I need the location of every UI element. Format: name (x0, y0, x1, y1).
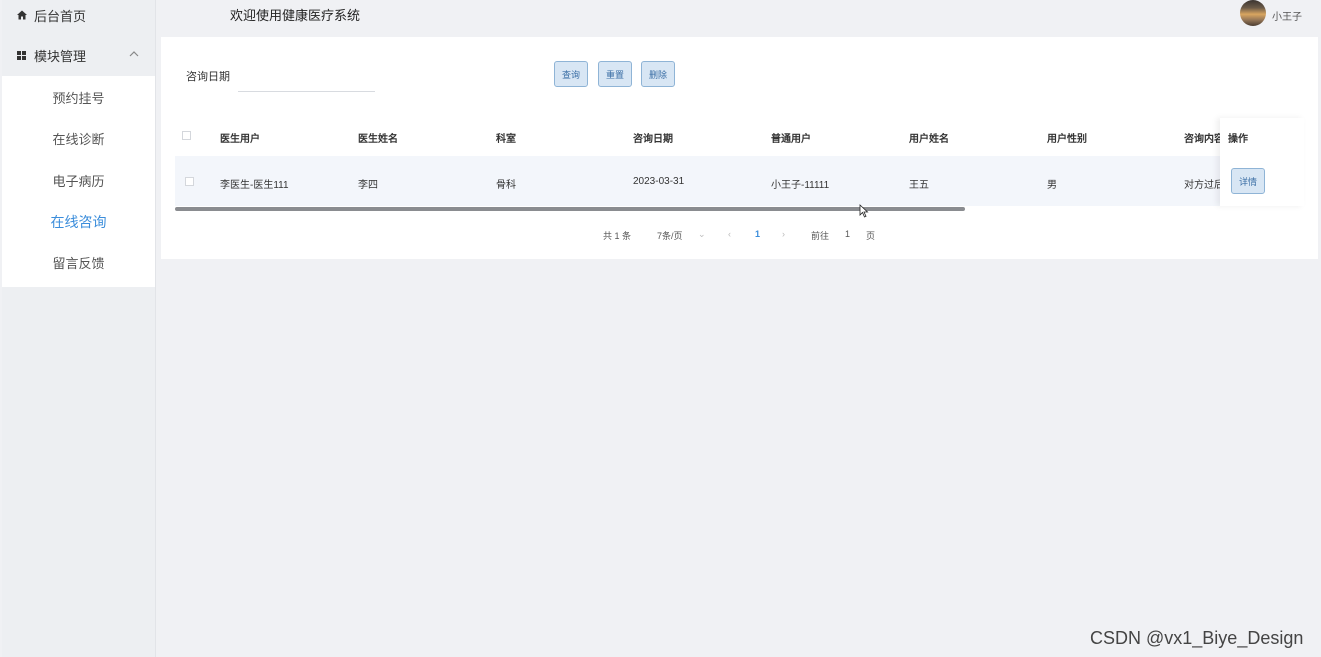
pagination-goto-input[interactable]: 1 (845, 229, 850, 239)
column-header-action: 操作 (1228, 134, 1248, 145)
query-button[interactable]: 查询 (554, 61, 588, 87)
sidebar-submenu: 预约挂号 在线诊断 电子病历 在线咨询 留言反馈 (2, 76, 155, 287)
sidebar-item-label: 在线诊断 (52, 131, 105, 147)
column-header: 普通用户 (771, 134, 811, 145)
chevron-down-icon[interactable]: ⌄ (698, 229, 706, 240)
next-page-icon[interactable]: › (782, 229, 785, 239)
pagination-size-select[interactable]: 7条/页 (657, 229, 683, 242)
prev-page-icon[interactable]: ‹ (728, 229, 731, 239)
avatar[interactable] (1240, 0, 1266, 26)
sidebar-item-medical-record[interactable]: 电子病历 (2, 160, 155, 200)
sidebar-item-appointment[interactable]: 预约挂号 (2, 77, 155, 117)
row-checkbox[interactable] (185, 177, 194, 186)
sidebar-item-diagnosis[interactable]: 在线诊断 (2, 118, 155, 158)
home-icon (17, 10, 27, 20)
table-cell: 李四 (358, 180, 378, 191)
sidebar-item-home-label: 后台首页 (34, 8, 87, 24)
table-cell: 李医生-医生111 (220, 180, 289, 191)
sidebar-item-label: 预约挂号 (52, 90, 105, 106)
sidebar-item-feedback[interactable]: 留言反馈 (2, 242, 155, 282)
column-header: 用户性别 (1047, 134, 1087, 145)
sidebar-item-label: 在线咨询 (50, 214, 107, 230)
pagination-goto-label: 前往 (811, 231, 830, 241)
table-cell: 2023-03-31 (633, 176, 685, 187)
sidebar-item-label: 留言反馈 (52, 255, 105, 271)
sidebar-item-consultation[interactable]: 在线咨询 (2, 202, 155, 242)
column-header: 科室 (496, 134, 516, 145)
pagination-total: 共 1 条 (603, 231, 632, 241)
detail-button[interactable]: 详情 (1231, 168, 1265, 194)
table-cell: 王五 (909, 180, 929, 191)
mouse-cursor-icon (859, 204, 869, 218)
search-date-label: 咨询日期 (186, 71, 230, 83)
username[interactable]: 小王子 (1272, 8, 1302, 23)
table-cell: 骨科 (496, 180, 516, 191)
sidebar-item-label: 电子病历 (52, 173, 105, 189)
pagination-page-suffix: 页 (866, 231, 876, 241)
column-header: 用户姓名 (909, 134, 949, 145)
column-header: 医生姓名 (358, 134, 398, 145)
select-all-checkbox[interactable] (182, 131, 191, 140)
reset-button[interactable]: 重置 (598, 61, 632, 87)
pagination-page[interactable]: 1 (755, 229, 760, 239)
column-header: 医生用户 (220, 134, 260, 145)
table-cell: 小王子-11111 (771, 180, 830, 191)
table-cell: 男 (1047, 180, 1057, 191)
sidebar: 后台首页 模块管理 预约挂号 在线诊断 电子病历 在线咨询 留言反馈 (2, 0, 156, 657)
page-title: 欢迎使用健康医疗系统 (230, 8, 361, 23)
table-scrollbar-thumb[interactable] (175, 207, 965, 211)
chevron-up-icon (129, 51, 139, 57)
grid-icon (17, 50, 26, 60)
watermark: CSDN @vx1_Biye_Design (1090, 628, 1304, 648)
column-header: 咨询日期 (633, 134, 673, 145)
sidebar-group-modules[interactable]: 模块管理 (2, 37, 155, 73)
table-cell: 对方过后 (1184, 180, 1224, 191)
delete-button[interactable]: 删除 (641, 61, 675, 87)
consult-date-input[interactable] (238, 61, 375, 92)
sidebar-item-home[interactable]: 后台首页 (2, 0, 155, 30)
sidebar-group-label: 模块管理 (34, 48, 87, 64)
column-header: 咨询内容 (1184, 134, 1224, 145)
table-row (175, 156, 1304, 206)
